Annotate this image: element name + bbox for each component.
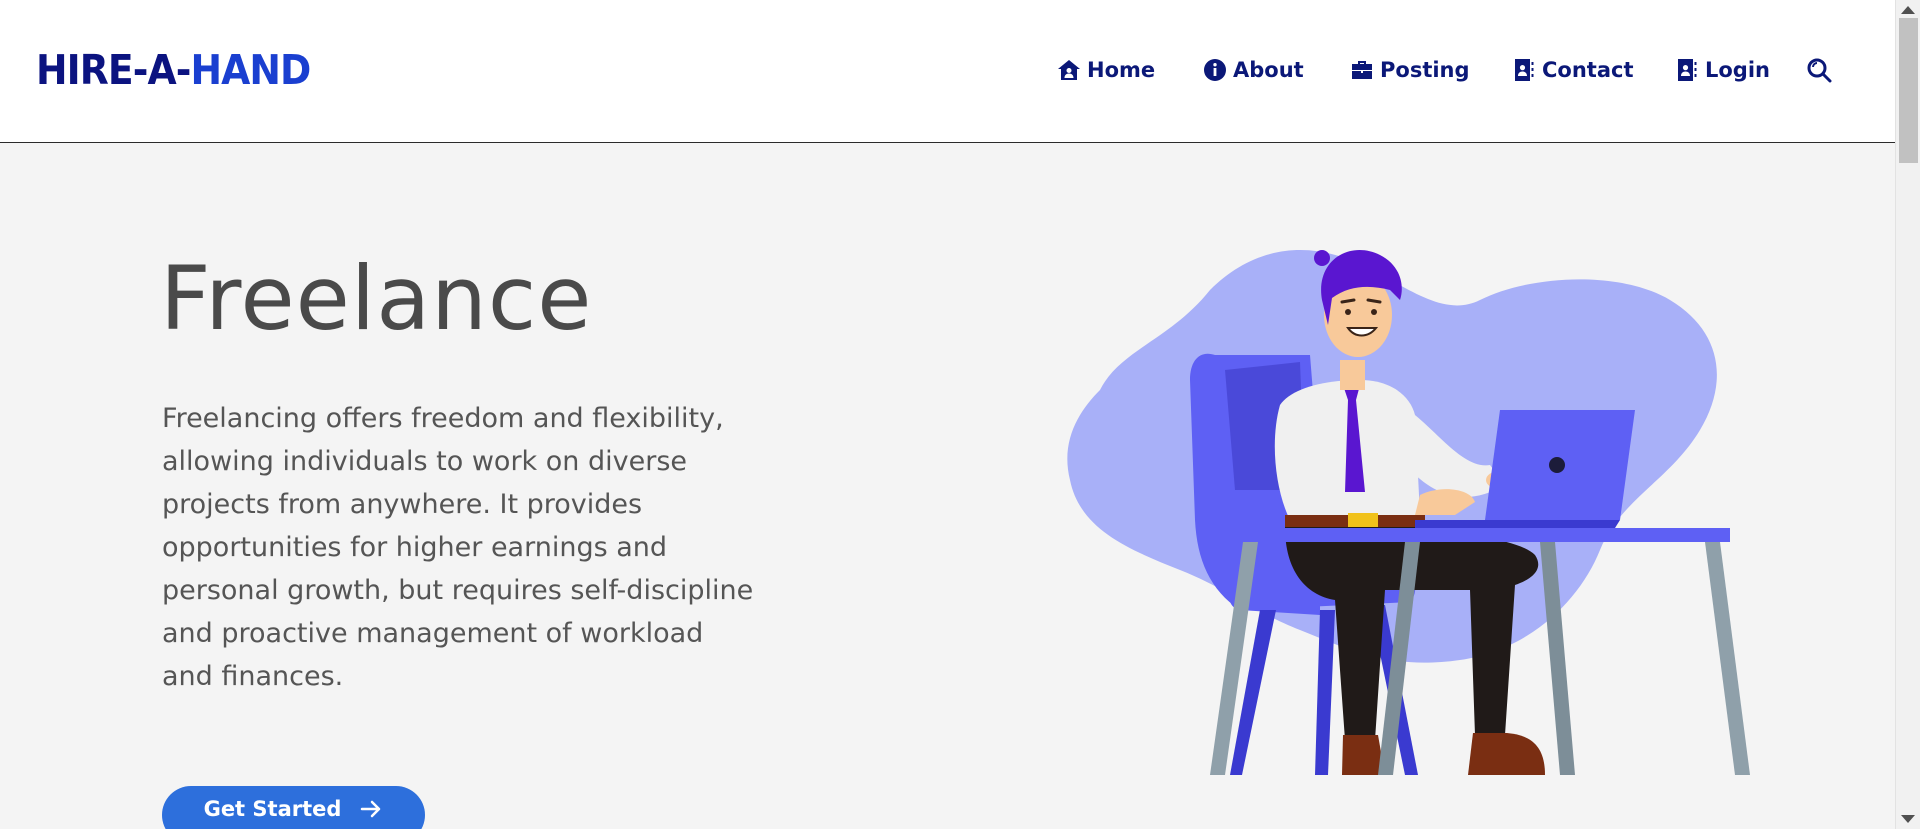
arrow-right-icon <box>361 800 381 818</box>
info-icon <box>1204 59 1226 81</box>
nav-home-label: Home <box>1087 58 1156 82</box>
freelancer-at-desk-illustration <box>1067 250 1750 775</box>
nav-contact[interactable]: Contact <box>1512 54 1634 86</box>
contact-book-icon <box>1515 59 1534 81</box>
search-icon <box>1807 58 1832 83</box>
contact-book-icon <box>1678 59 1697 81</box>
laptop-base <box>1415 520 1620 528</box>
get-started-label: Get Started <box>203 797 342 821</box>
nav-login[interactable]: Login <box>1675 54 1770 86</box>
site-header: HIRE-A-HAND Home About Posting Contact L… <box>0 0 1895 143</box>
desk-top <box>1240 528 1730 542</box>
scroll-down-arrow-icon[interactable] <box>1901 815 1915 823</box>
logo-text-hire-a: HIRE-A- <box>36 46 191 94</box>
home-icon <box>1058 60 1080 80</box>
scroll-up-arrow-icon[interactable] <box>1901 6 1915 14</box>
nav-posting-label: Posting <box>1380 58 1470 82</box>
nav-about[interactable]: About <box>1203 54 1304 86</box>
search-button[interactable] <box>1806 57 1832 87</box>
nav-posting[interactable]: Posting <box>1350 54 1470 86</box>
nav-about-label: About <box>1233 58 1304 82</box>
get-started-button[interactable]: Get Started <box>162 786 425 829</box>
vertical-scrollbar[interactable] <box>1895 0 1920 829</box>
nav-contact-label: Contact <box>1542 58 1634 82</box>
logo-text-hand: HAND <box>190 46 311 94</box>
nav-login-label: Login <box>1705 58 1770 82</box>
hero-title: Freelance <box>160 247 593 350</box>
nav-home[interactable]: Home <box>1057 54 1155 86</box>
hero-description: Freelancing offers freedom and flexibili… <box>162 403 754 692</box>
briefcase-icon <box>1352 61 1372 79</box>
scroll-thumb[interactable] <box>1899 18 1918 163</box>
site-logo[interactable]: HIRE-A-HAND <box>36 46 311 94</box>
